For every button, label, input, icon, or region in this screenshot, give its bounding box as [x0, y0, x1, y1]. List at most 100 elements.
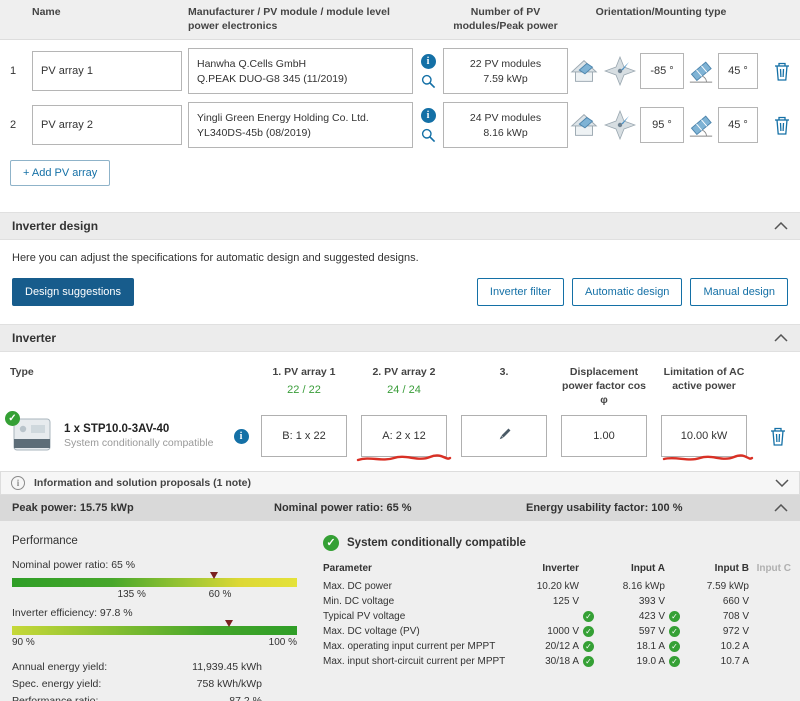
check-icon: ✓	[583, 611, 594, 623]
tilted-panel-icon[interactable]	[688, 56, 714, 86]
mounting-house-icon[interactable]	[568, 56, 600, 86]
array-name-field[interactable]: PV array 2	[32, 105, 182, 146]
trash-icon[interactable]	[774, 116, 790, 135]
manufacturer-text: Yingli Green Energy Holding Co. Ltd.	[197, 111, 369, 124]
design-suggestions-button[interactable]: Design suggestions	[12, 278, 135, 307]
array-name-field[interactable]: PV array 1	[32, 51, 182, 92]
magnifier-icon[interactable]	[421, 74, 436, 89]
inverter-design-description: Here you can adjust the specifications f…	[12, 252, 419, 265]
param-label: Min. DC voltage	[323, 596, 395, 608]
inverter-design-buttons: Design suggestions Inverter filter Autom…	[0, 270, 800, 324]
col-header-type: Type	[10, 366, 34, 379]
trash-icon[interactable]	[770, 427, 786, 446]
efficiency-bar	[12, 620, 297, 636]
col-header-manufacturer: Manufacturer / PV module / module level …	[188, 6, 390, 32]
array-name: PV array 1	[41, 65, 93, 78]
performance-stats: Annual energy yield: 11,939.45 kWh Spec. …	[12, 659, 297, 701]
peak-power: 7.59 kWp	[483, 72, 528, 85]
add-pv-array-button[interactable]: + Add PV array	[10, 160, 111, 187]
nominal-power-ratio-summary: Nominal power ratio: 65 %	[274, 502, 412, 515]
module-selection-field[interactable]: Yingli Green Energy Holding Co. Ltd. YL3…	[188, 102, 413, 149]
col-header-modules: Number of PV modules/Peak power	[453, 6, 558, 32]
stat-value: 758 kWh/kWp	[196, 678, 262, 691]
efficiency-marker	[224, 620, 233, 628]
compass-icon[interactable]	[604, 110, 636, 141]
section-title: Inverter	[12, 331, 57, 346]
col-header-inverter: Inverter	[542, 563, 579, 575]
col-header-cos-phi: Displacement power factor cos φ	[561, 366, 647, 406]
npr-scale-right: 60 %	[208, 589, 232, 601]
summary-band[interactable]: Peak power: 15.75 kWp Nominal power rati…	[0, 495, 800, 522]
inverter-filter-button[interactable]: Inverter filter	[476, 278, 565, 307]
manual-design-button[interactable]: Manual design	[690, 278, 788, 307]
efficiency-label: Inverter efficiency: 97.8 %	[12, 607, 133, 620]
info-icon[interactable]: i	[233, 428, 249, 444]
npr-label: Nominal power ratio: 65 %	[12, 559, 136, 572]
module-text: Q.PEAK DUO-G8 345 (11/2019)	[197, 72, 348, 85]
compass-icon[interactable]	[604, 56, 636, 87]
cos-phi-field[interactable]: 1.00	[561, 415, 647, 458]
param-label: Max. input short-circuit current per MPP…	[323, 656, 506, 668]
module-text: YL340DS-45b (08/2019)	[197, 126, 311, 139]
information-proposals-row[interactable]: i Information and solution proposals (1 …	[0, 471, 800, 496]
performance-title: Performance	[12, 535, 78, 548]
eff-scale-left: 90 %	[12, 637, 35, 649]
tilted-panel-icon[interactable]	[688, 110, 714, 140]
tilt-field[interactable]: 45 °	[718, 53, 758, 90]
info-icon[interactable]: i	[420, 107, 436, 123]
stat-value: 87.2 %	[229, 693, 262, 701]
chevron-up-icon[interactable]	[774, 504, 788, 512]
tilt-field[interactable]: 45 °	[718, 107, 758, 144]
trash-icon[interactable]	[774, 62, 790, 81]
modules-count: 24 PV modules	[469, 111, 542, 124]
stat-label: Spec. energy yield:	[12, 678, 102, 691]
inverter-design-section-header[interactable]: Inverter design	[0, 212, 800, 241]
stat-value: 11,939.45 kWh	[192, 661, 262, 674]
ac-limit-field[interactable]: 10.00 kW	[661, 415, 747, 458]
modules-field[interactable]: 22 PV modules 7.59 kWp	[443, 48, 568, 95]
input-3-edit-field[interactable]	[461, 415, 547, 458]
chevron-down-icon[interactable]	[775, 479, 789, 488]
col-header-array2: 2. PV array 2	[372, 366, 436, 379]
peak-power-summary: Peak power: 15.75 kWp	[12, 502, 134, 515]
inverter-section-header[interactable]: Inverter	[0, 324, 800, 353]
check-icon: ✓	[669, 611, 680, 623]
array1-string-count: 22 / 22	[287, 383, 321, 396]
input-a-config-field[interactable]: A: 2 x 12	[361, 415, 447, 458]
modules-field[interactable]: 24 PV modules 8.16 kWp	[443, 102, 568, 149]
col-header-orientation: Orientation/Mounting type	[595, 6, 727, 18]
eff-scale-right: 100 %	[268, 637, 297, 649]
modules-count: 22 PV modules	[469, 57, 542, 70]
chevron-up-icon[interactable]	[774, 334, 788, 342]
peak-power: 8.16 kWp	[483, 126, 528, 139]
param-label: Max. DC power	[323, 581, 392, 593]
param-label: Max. operating input current per MPPT	[323, 641, 496, 653]
status-check-icon: ✓	[5, 410, 20, 426]
check-icon: ✓	[323, 535, 339, 552]
check-icon: ✓	[669, 641, 680, 653]
check-icon: ✓	[583, 641, 594, 653]
col-header-parameter: Parameter	[323, 563, 372, 575]
inverter-status: System conditionally compatible	[64, 437, 214, 450]
magnifier-icon[interactable]	[421, 128, 436, 143]
mounting-house-icon[interactable]	[568, 110, 600, 140]
note-label: Information and solution proposals (1 no…	[34, 477, 251, 490]
check-icon: ✓	[583, 656, 594, 668]
inverter-name: 1 x STP10.0-3AV-40	[64, 423, 170, 436]
compatibility-panel: ✓ System conditionally compatible Parame…	[323, 535, 791, 687]
module-selection-field[interactable]: Hanwha Q.Cells GmbH Q.PEAK DUO-G8 345 (1…	[188, 48, 413, 95]
chevron-up-icon[interactable]	[774, 222, 788, 230]
col-header-input-c: Input C	[756, 563, 791, 575]
azimuth-field[interactable]: -85 °	[640, 53, 684, 90]
pencil-icon	[497, 427, 512, 445]
info-icon[interactable]: i	[420, 53, 436, 69]
inverter-image: ✓	[5, 410, 54, 457]
npr-marker	[210, 572, 219, 580]
compatibility-title: System conditionally compatible	[347, 537, 526, 550]
automatic-design-button[interactable]: Automatic design	[572, 278, 683, 307]
compatibility-table: Parameter Inverter Input A Input B Input…	[323, 563, 791, 668]
manufacturer-text: Hanwha Q.Cells GmbH	[197, 57, 307, 70]
azimuth-field[interactable]: 95 °	[640, 107, 684, 144]
npr-scale-left: 135 %	[117, 589, 146, 601]
input-b-config-field[interactable]: B: 1 x 22	[261, 415, 347, 458]
